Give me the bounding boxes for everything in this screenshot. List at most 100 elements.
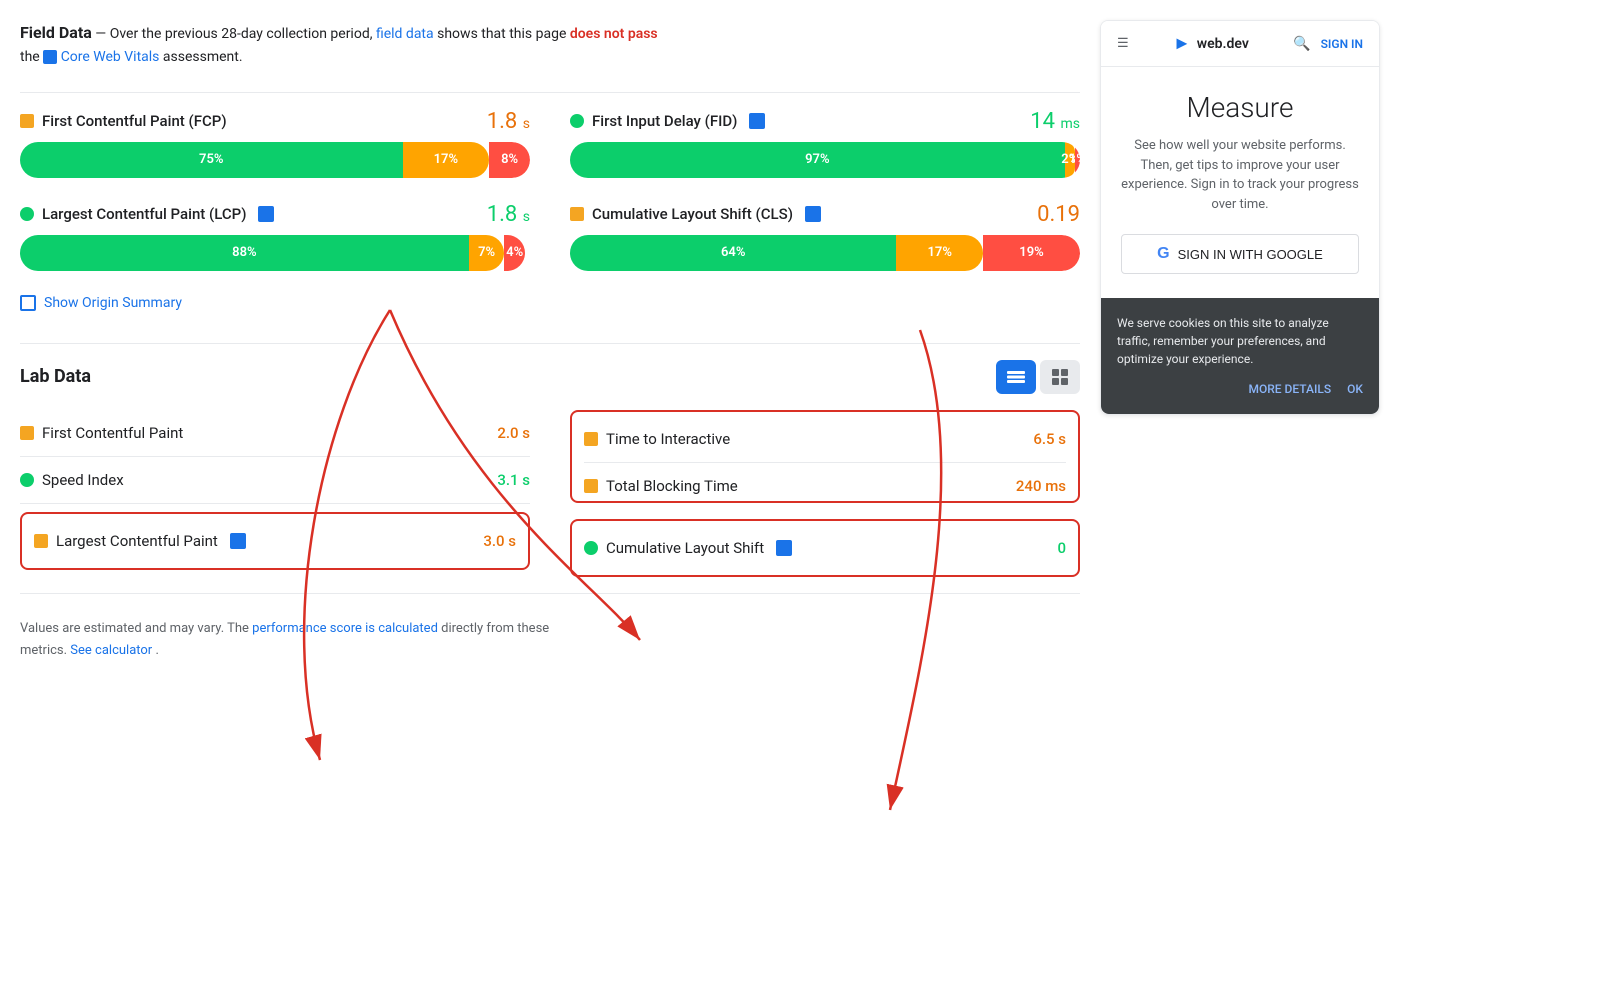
cwv-link[interactable]: Core Web Vitals bbox=[61, 46, 160, 68]
lab-tti-tbt-group: Time to Interactive 6.5 s Total Blocking… bbox=[570, 410, 1080, 503]
sidebar: ☰ ► web.dev 🔍 SIGN IN Measure See how we… bbox=[1100, 20, 1380, 980]
origin-summary-row[interactable]: Show Origin Summary bbox=[20, 295, 1080, 311]
google-signin-button[interactable]: G SIGN IN WITH GOOGLE bbox=[1121, 234, 1359, 274]
lab-left-col: First Contentful Paint 2.0 s Speed Index bbox=[20, 410, 530, 577]
fcp-value: 1.8 s bbox=[487, 109, 530, 134]
menu-icon[interactable]: ☰ bbox=[1117, 36, 1129, 51]
lab-cls-row: Cumulative Layout Shift 0 bbox=[584, 525, 1066, 571]
webdev-logo-icon: ► bbox=[1173, 33, 1191, 54]
lcp-bar: 88% 7% 4% bbox=[20, 235, 530, 271]
webdev-logo: ► web.dev bbox=[1173, 33, 1249, 54]
fid-bar-red: 1% bbox=[1075, 142, 1080, 178]
origin-summary-label[interactable]: Show Origin Summary bbox=[44, 295, 182, 311]
lab-cls-dot bbox=[584, 541, 598, 555]
fcp-dot bbox=[20, 114, 34, 128]
lab-right-col: Time to Interactive 6.5 s Total Blocking… bbox=[570, 410, 1080, 577]
sign-in-text[interactable]: SIGN IN bbox=[1321, 37, 1363, 51]
search-icon[interactable]: 🔍 bbox=[1293, 36, 1310, 52]
lab-cls-name: Cumulative Layout Shift bbox=[584, 539, 792, 557]
cls-bar: 64% 17% 19% bbox=[570, 235, 1080, 271]
lab-lcp-row: Largest Contentful Paint 3.0 s bbox=[34, 518, 516, 564]
fcp-bar-orange: 17% bbox=[403, 142, 490, 178]
lcp-metric: Largest Contentful Paint (LCP) 1.8 s 88%… bbox=[20, 202, 530, 271]
cls-metric: Cumulative Layout Shift (CLS) 0.19 64% 1… bbox=[570, 202, 1080, 271]
view-toggle bbox=[996, 360, 1080, 394]
toggle-grid-btn[interactable] bbox=[1040, 360, 1080, 394]
fid-bar-green: 97% bbox=[570, 142, 1065, 178]
cookie-actions: MORE DETAILS OK bbox=[1117, 380, 1363, 398]
lab-si-value: 3.1 s bbox=[497, 471, 530, 489]
fcp-metric: First Contentful Paint (FCP) 1.8 s 75% 1… bbox=[20, 109, 530, 178]
webdev-card-header: ☰ ► web.dev 🔍 SIGN IN bbox=[1101, 21, 1379, 67]
google-g-icon: G bbox=[1157, 245, 1169, 263]
lab-tbt-row: Total Blocking Time 240 ms bbox=[584, 463, 1066, 497]
cookie-text: We serve cookies on this site to analyze… bbox=[1117, 314, 1363, 368]
cls-value: 0.19 bbox=[1037, 202, 1080, 227]
lab-cls-value: 0 bbox=[1057, 539, 1066, 557]
lcp-bar-red: 4% bbox=[504, 235, 524, 271]
lab-cls-cwv-badge bbox=[776, 540, 792, 556]
description-mid: shows that this page bbox=[437, 26, 566, 42]
lcp-label-row: Largest Contentful Paint (LCP) 1.8 s bbox=[20, 202, 530, 227]
cls-name: Cumulative Layout Shift (CLS) bbox=[570, 205, 821, 223]
measure-title: Measure bbox=[1121, 91, 1359, 124]
footer-text: Values are estimated and may vary. The p… bbox=[20, 618, 1080, 662]
lab-fcp-row: First Contentful Paint 2.0 s bbox=[20, 410, 530, 457]
fid-metric: First Input Delay (FID) 14 ms 97% 2% 1% bbox=[570, 109, 1080, 178]
field-data-link[interactable]: field data bbox=[376, 26, 434, 42]
ok-link[interactable]: OK bbox=[1347, 380, 1363, 398]
lab-tbt-dot bbox=[584, 479, 598, 493]
lcp-cwv-badge bbox=[258, 206, 274, 222]
webdev-card: ☰ ► web.dev 🔍 SIGN IN Measure See how we… bbox=[1100, 20, 1380, 415]
description-end: the bbox=[20, 49, 40, 65]
cls-cwv-badge bbox=[805, 206, 821, 222]
lab-si-row: Speed Index 3.1 s bbox=[20, 457, 530, 504]
fid-cwv-badge bbox=[749, 113, 765, 129]
divider-2 bbox=[20, 343, 1080, 344]
lab-lcp-cwv-badge bbox=[230, 533, 246, 549]
webdev-card-body: Measure See how well your website perfor… bbox=[1101, 67, 1379, 298]
cls-bar-green: 64% bbox=[570, 235, 896, 271]
fcp-bar-red: 8% bbox=[489, 142, 530, 178]
lab-tbt-name: Total Blocking Time bbox=[584, 477, 738, 495]
perf-score-link[interactable]: performance score is calculated bbox=[252, 621, 438, 636]
fid-value: 14 ms bbox=[1030, 109, 1080, 134]
field-data-header: Field Data — Over the previous 28-day co… bbox=[20, 20, 1080, 68]
more-details-link[interactable]: MORE DETAILS bbox=[1248, 380, 1331, 398]
lab-lcp-value: 3.0 s bbox=[483, 532, 516, 550]
lcp-value: 1.8 s bbox=[487, 202, 530, 227]
lab-lcp-highlighted: Largest Contentful Paint 3.0 s bbox=[20, 512, 530, 570]
origin-summary-checkbox[interactable] bbox=[20, 295, 36, 311]
lab-fcp-name: First Contentful Paint bbox=[20, 424, 183, 442]
calculator-link[interactable]: See calculator bbox=[70, 643, 152, 658]
cookie-banner: We serve cookies on this site to analyze… bbox=[1101, 298, 1379, 414]
lab-data-title: Lab Data bbox=[20, 366, 91, 387]
fcp-bar: 75% 17% 8% bbox=[20, 142, 530, 178]
fcp-label-row: First Contentful Paint (FCP) 1.8 s bbox=[20, 109, 530, 134]
fid-name: First Input Delay (FID) bbox=[570, 112, 765, 130]
lcp-bar-green: 88% bbox=[20, 235, 469, 271]
fail-text: does not pass bbox=[570, 26, 658, 42]
header-right-icons: 🔍 SIGN IN bbox=[1293, 36, 1363, 52]
lab-cls-highlighted: Cumulative Layout Shift 0 bbox=[570, 519, 1080, 577]
fcp-bar-green: 75% bbox=[20, 142, 403, 178]
lab-fcp-dot bbox=[20, 426, 34, 440]
cls-label-row: Cumulative Layout Shift (CLS) 0.19 bbox=[570, 202, 1080, 227]
lab-metrics-two-col: First Contentful Paint 2.0 s Speed Index bbox=[20, 410, 1080, 577]
description-start: — Over the previous 28-day collection pe… bbox=[95, 26, 372, 42]
divider-1 bbox=[20, 92, 1080, 93]
fcp-name: First Contentful Paint (FCP) bbox=[20, 112, 227, 130]
lab-tbt-value: 240 ms bbox=[1016, 477, 1066, 495]
lab-fcp-value: 2.0 s bbox=[497, 424, 530, 442]
lab-lcp-dot bbox=[34, 534, 48, 548]
fid-dot bbox=[570, 114, 584, 128]
cls-bar-red: 19% bbox=[983, 235, 1080, 271]
lab-data-header-row: Lab Data bbox=[20, 360, 1080, 394]
toggle-bar-btn[interactable] bbox=[996, 360, 1036, 394]
lcp-name: Largest Contentful Paint (LCP) bbox=[20, 205, 274, 223]
fid-label-row: First Input Delay (FID) 14 ms bbox=[570, 109, 1080, 134]
field-data-label: Field Data bbox=[20, 23, 92, 42]
lab-si-dot bbox=[20, 473, 34, 487]
field-metrics-grid: First Contentful Paint (FCP) 1.8 s 75% 1… bbox=[20, 109, 1080, 275]
divider-3 bbox=[20, 593, 1080, 594]
